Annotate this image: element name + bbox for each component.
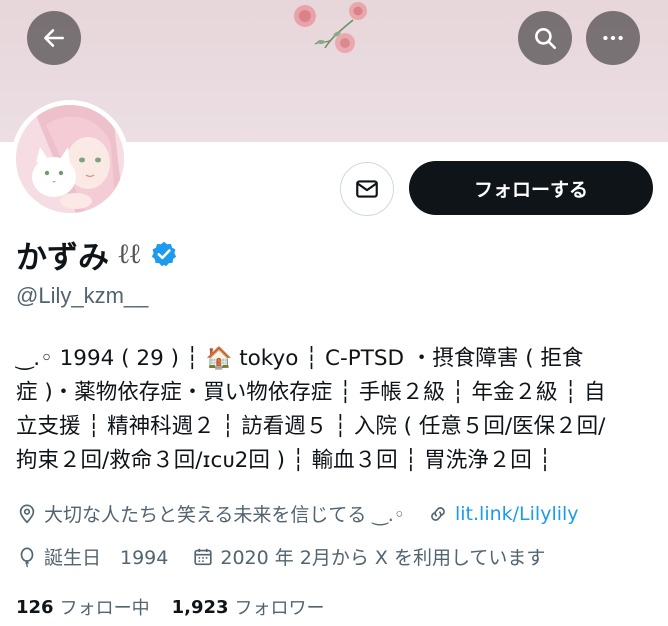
message-button[interactable] xyxy=(340,162,394,216)
balloon-icon xyxy=(20,546,34,567)
birthday-item: 誕生日 1994 xyxy=(16,543,168,570)
profile-meta-row-2: 誕生日 1994 2020 年 2月から X を利用しています xyxy=(16,543,545,570)
verified-badge-icon[interactable] xyxy=(150,240,178,268)
avatar[interactable] xyxy=(11,100,129,218)
display-name: かずみ xyxy=(16,239,109,276)
followers-label: フォロワー xyxy=(234,598,325,619)
following-label: フォロー中 xyxy=(59,598,150,619)
arrow-left-icon xyxy=(44,29,64,47)
profile-page: フォローする かずみ ℓℓ @Lily_kzm__ ‿.◦ 1994 ( 29 … xyxy=(0,0,668,626)
bio: ‿.◦ 1994 ( 29 ) ┆ 🏠 tokyo ┆ C-PTSD ・摂食障害… xyxy=(16,342,656,478)
link-icon xyxy=(431,506,445,521)
bio-line: ‿.◦ 1994 ( 29 ) ┆ 🏠 tokyo ┆ C-PTSD ・摂食障害… xyxy=(16,346,584,371)
more-button[interactable] xyxy=(586,11,640,65)
follow-stats: 126 フォロー中 1,923 フォロワー xyxy=(16,594,325,620)
location-text: 大切な人たちと笑える未来を信じてる ‿.◦ xyxy=(44,504,405,526)
calendar-icon xyxy=(194,548,212,565)
joined-text: 2020 年 2月から X を利用しています xyxy=(220,547,546,569)
profile-meta-row-1: 大切な人たちと笑える未来を信じてる ‿.◦ lit.link/Lilylily xyxy=(16,500,579,527)
rose-illustration xyxy=(294,2,367,53)
avatar-image xyxy=(16,105,124,213)
location-item: 大切な人たちと笑える未来を信じてる ‿.◦ xyxy=(16,500,405,527)
handle: @Lily_kzm__ xyxy=(16,283,149,308)
website-link[interactable]: lit.link/Lilylily xyxy=(427,503,579,525)
bio-line: 症 )・薬物依存症・買い物依存症 ┆ 手帳２級 ┆ 年金２級 ┆ 自 xyxy=(16,380,606,405)
search-button[interactable] xyxy=(518,11,572,65)
following-count: 126 xyxy=(16,596,54,618)
bio-line: 立支援 ┆ 精神科週２ ┆ 訪看週５ ┆ 入院 ( 任意５回/医保２回/ xyxy=(16,414,606,439)
avatar-illustration xyxy=(16,105,124,213)
name-decoration: ℓℓ xyxy=(117,237,142,270)
back-button[interactable] xyxy=(27,11,81,65)
bio-line: 拘束２回/救命３回/ɪᴄᴜ2回 ) ┆ 輸血３回 ┆ 胃洗浄２回 ┆ xyxy=(16,448,552,473)
followers-count: 1,923 xyxy=(171,596,229,618)
more-horizontal-icon xyxy=(603,35,623,41)
website-link-text[interactable]: lit.link/Lilylily xyxy=(455,503,579,525)
birthday-text: 誕生日 1994 xyxy=(44,547,169,569)
search-icon xyxy=(535,28,557,50)
follow-button[interactable]: フォローする xyxy=(409,161,653,215)
joined-item: 2020 年 2月から X を利用しています xyxy=(192,543,545,570)
location-pin-icon xyxy=(19,503,35,523)
name-row: かずみ ℓℓ xyxy=(16,232,178,276)
followers-link[interactable]: 1,923 フォロワー xyxy=(172,594,325,620)
mail-icon xyxy=(356,180,378,198)
following-link[interactable]: 126 フォロー中 xyxy=(16,594,150,620)
